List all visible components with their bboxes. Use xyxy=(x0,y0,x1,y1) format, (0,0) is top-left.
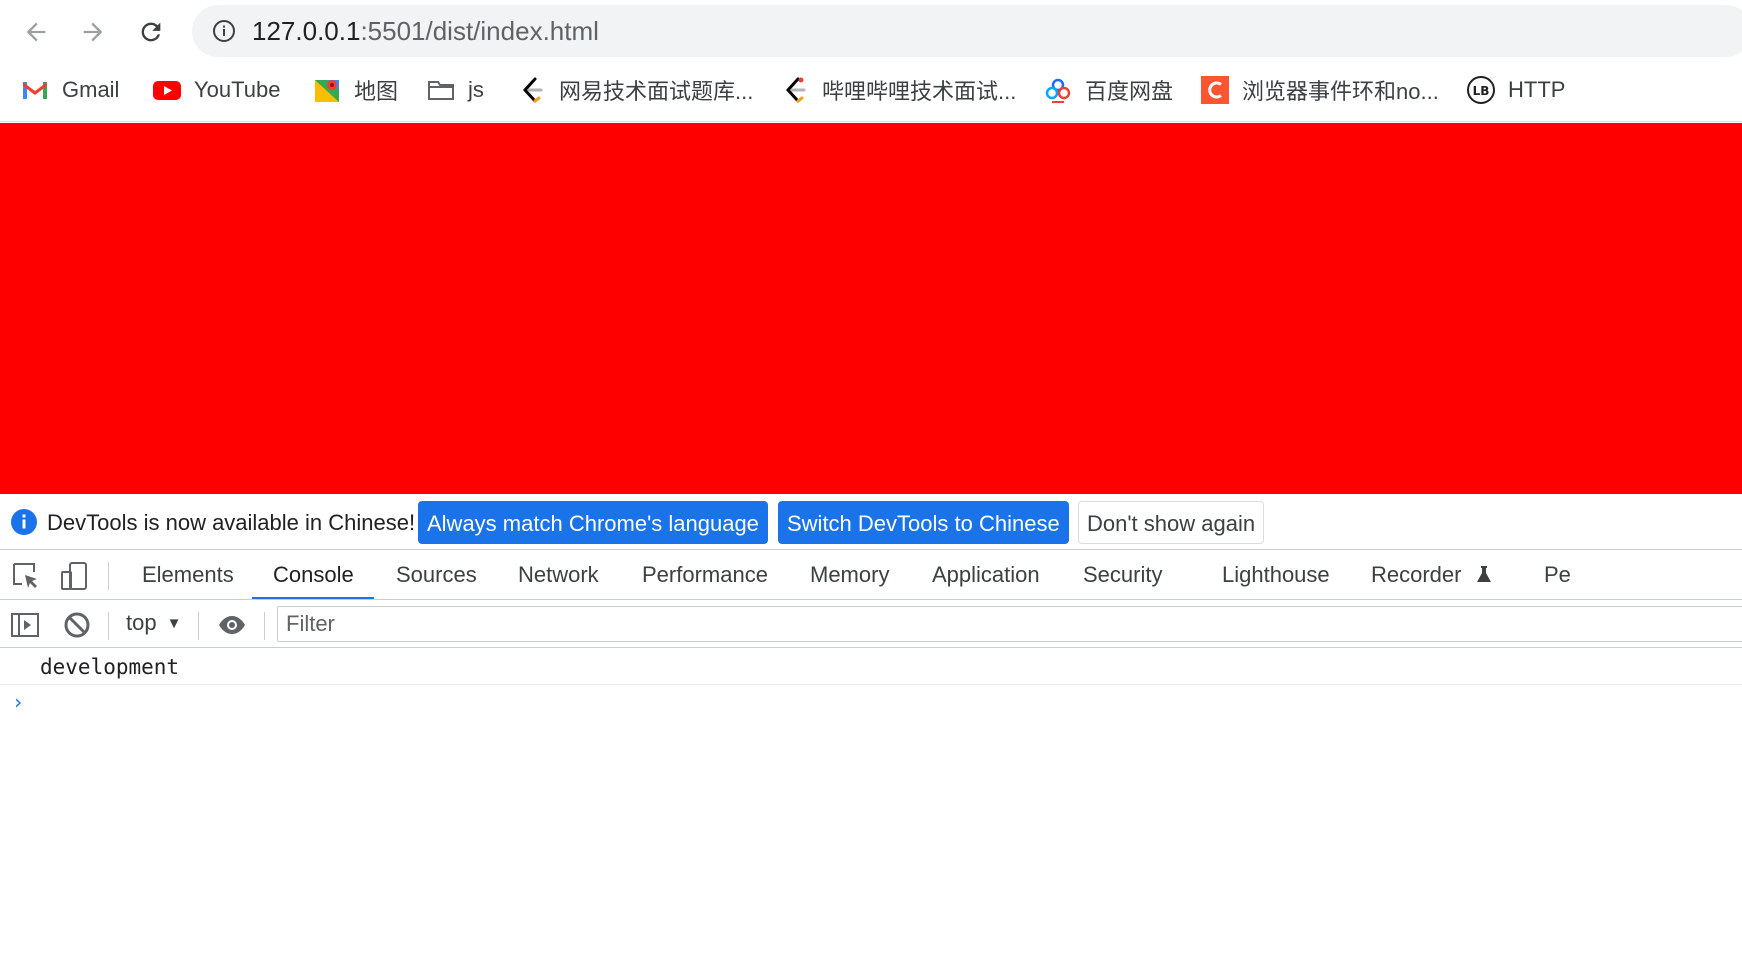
url-host: 127.0.0.1 xyxy=(252,16,361,46)
bookmark-bilibili-interview[interactable]: 哔哩哔哩技术面试... xyxy=(780,70,1016,110)
show-sidebar-icon[interactable] xyxy=(10,610,40,640)
url-text[interactable]: 127.0.0.1:5501/dist/index.html xyxy=(252,17,599,45)
gmail-icon xyxy=(20,75,50,105)
bookmark-label: HTTP xyxy=(1508,77,1566,102)
console-filter-input[interactable] xyxy=(278,607,1742,641)
csdn-icon xyxy=(1200,75,1230,105)
context-selector[interactable]: top ▼ xyxy=(126,610,181,636)
tab-application[interactable]: Application xyxy=(932,550,1040,599)
tab-performance-insights-truncated[interactable]: Pe xyxy=(1544,550,1571,599)
tab-sources[interactable]: Sources xyxy=(396,550,477,599)
tab-memory[interactable]: Memory xyxy=(810,550,889,599)
tab-security[interactable]: Security xyxy=(1083,550,1162,599)
context-selector-value: top xyxy=(126,610,157,635)
devtools-language-infobar: DevTools is now available in Chinese! Al… xyxy=(0,494,1742,550)
toolbar-divider xyxy=(108,562,109,590)
svg-text:LB: LB xyxy=(1473,84,1490,98)
bookmark-folder-js[interactable]: js xyxy=(426,70,484,110)
always-match-language-button[interactable]: Always match Chrome's language xyxy=(418,501,768,544)
clear-console-icon[interactable] xyxy=(62,610,92,640)
site-info-icon[interactable] xyxy=(212,19,236,43)
back-button[interactable] xyxy=(16,12,56,52)
bookmark-maps[interactable]: 地图 xyxy=(312,70,398,110)
toolbar-divider xyxy=(198,612,199,640)
bookmark-label: 地图 xyxy=(354,79,399,104)
dont-show-again-button[interactable]: Don't show again xyxy=(1078,501,1265,544)
console-input-area[interactable] xyxy=(0,686,1742,956)
experiment-flask-icon xyxy=(1476,566,1491,582)
console-filter[interactable] xyxy=(277,606,1742,642)
omnibox[interactable]: 127.0.0.1:5501/dist/index.html xyxy=(192,5,1742,57)
leetcode-icon xyxy=(780,75,810,105)
bookmark-http[interactable]: LB HTTP xyxy=(1466,70,1565,110)
youtube-icon xyxy=(152,75,182,105)
toolbar-divider xyxy=(108,612,109,640)
bookmark-netease-interview[interactable]: 网易技术面试题库... xyxy=(517,70,753,110)
bookmark-label: 网易技术面试题库... xyxy=(559,79,754,104)
bookmark-label: YouTube xyxy=(194,77,281,102)
bookmarks-bar: Gmail YouTube 地图 js 网易技术面试题库... 哔哩哔哩技术面试… xyxy=(0,62,1742,122)
reload-button[interactable] xyxy=(131,12,171,52)
console-toolbar: top ▼ xyxy=(0,600,1742,648)
console-log-text: development xyxy=(40,655,180,679)
inspect-element-icon[interactable] xyxy=(10,560,42,592)
console-log-row: development xyxy=(0,649,1742,685)
bookmark-label: Gmail xyxy=(62,77,120,102)
tab-console[interactable]: Console xyxy=(273,550,354,599)
maps-icon xyxy=(312,75,342,105)
bookmark-baidu-netdisk[interactable]: 百度网盘 xyxy=(1043,70,1173,110)
bookmark-csdn[interactable]: 浏览器事件环和no... xyxy=(1200,70,1439,110)
lb-icon: LB xyxy=(1466,75,1496,105)
bookmark-youtube[interactable]: YouTube xyxy=(152,70,280,110)
bookmark-label: js xyxy=(468,77,484,102)
bookmark-gmail[interactable]: Gmail xyxy=(20,70,119,110)
leetcode-icon xyxy=(517,75,547,105)
bookmark-label: 哔哩哔哩技术面试... xyxy=(822,79,1017,104)
tab-performance[interactable]: Performance xyxy=(642,550,768,599)
tab-lighthouse[interactable]: Lighthouse xyxy=(1222,550,1330,599)
arrow-right-icon xyxy=(83,22,103,42)
info-icon xyxy=(11,509,37,535)
switch-to-chinese-button[interactable]: Switch DevTools to Chinese xyxy=(778,501,1069,544)
browser-toolbar: 127.0.0.1:5501/dist/index.html xyxy=(0,0,1742,62)
devtools-tab-bar: Elements Console Sources Network Perform… xyxy=(0,550,1742,600)
arrow-left-icon xyxy=(26,22,46,42)
dropdown-triangle-icon: ▼ xyxy=(166,614,182,632)
device-toolbar-icon[interactable] xyxy=(58,560,90,592)
forward-button[interactable] xyxy=(73,12,113,52)
folder-icon xyxy=(426,75,456,105)
infobar-message: DevTools is now available in Chinese! xyxy=(47,510,416,535)
toolbar-divider xyxy=(264,612,265,640)
tab-recorder-label: Recorder xyxy=(1371,562,1462,587)
page-content-red-block xyxy=(0,123,1742,494)
bookmark-label: 浏览器事件环和no... xyxy=(1242,79,1439,104)
live-expression-eye-icon[interactable] xyxy=(217,610,247,640)
url-path: :5501/dist/index.html xyxy=(360,16,599,46)
bookmark-label: 百度网盘 xyxy=(1085,79,1174,104)
console-prompt-chevron-icon: › xyxy=(12,690,25,714)
reload-icon xyxy=(141,22,161,42)
baidu-netdisk-icon xyxy=(1043,75,1073,105)
tab-recorder[interactable]: Recorder xyxy=(1371,550,1494,599)
tab-elements[interactable]: Elements xyxy=(142,550,234,599)
tab-network[interactable]: Network xyxy=(518,550,599,599)
